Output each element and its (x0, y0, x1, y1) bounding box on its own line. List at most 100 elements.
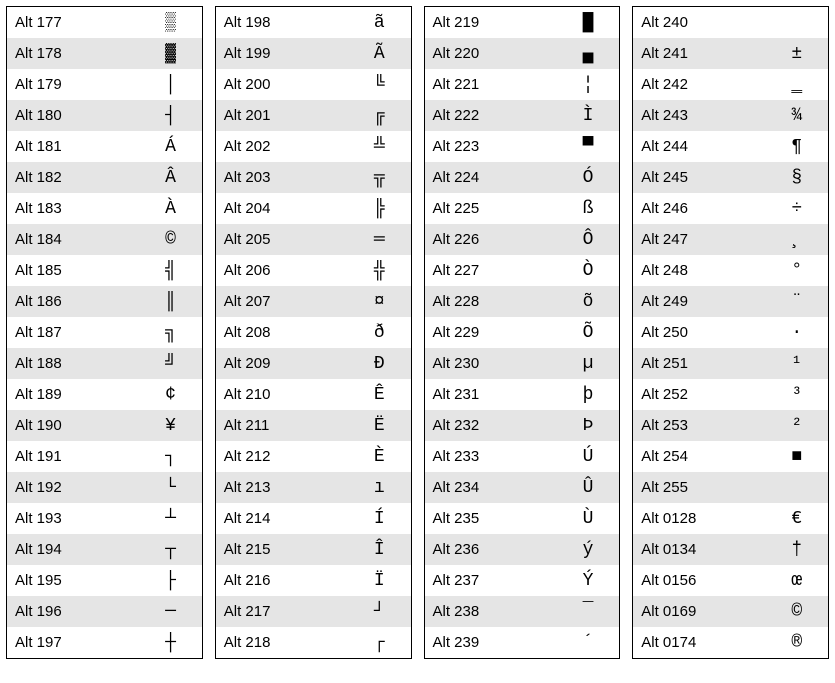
table-row: Alt 212È (216, 441, 411, 472)
table-row: Alt 202╩ (216, 131, 411, 162)
alt-code: Alt 210 (216, 386, 348, 403)
table-row: Alt 210Ê (216, 379, 411, 410)
table-row: Alt 232Þ (425, 410, 620, 441)
table-row: Alt 199Ã (216, 38, 411, 69)
alt-code: Alt 250 (633, 324, 765, 341)
table-row: Alt 228õ (425, 286, 620, 317)
alt-code: Alt 199 (216, 45, 348, 62)
alt-code: Alt 184 (7, 231, 139, 248)
alt-char: § (766, 168, 828, 188)
table-row: Alt 222Ì (425, 100, 620, 131)
table-row: Alt 236ý (425, 534, 620, 565)
table-row: Alt 184© (7, 224, 202, 255)
alt-code: Alt 231 (425, 386, 557, 403)
alt-code: Alt 185 (7, 262, 139, 279)
alt-code: Alt 232 (425, 417, 557, 434)
table-row: Alt 255 (633, 472, 828, 503)
alt-code: Alt 190 (7, 417, 139, 434)
table-row: Alt 187╗ (7, 317, 202, 348)
alt-code: Alt 215 (216, 541, 348, 558)
alt-char: ¦ (557, 75, 619, 95)
alt-code: Alt 234 (425, 479, 557, 496)
alt-code: Alt 194 (7, 541, 139, 558)
alt-code: Alt 207 (216, 293, 348, 310)
alt-code: Alt 180 (7, 107, 139, 124)
table-row: Alt 243¾ (633, 100, 828, 131)
alt-code: Alt 240 (633, 14, 765, 31)
column-1: Alt 177▒Alt 178▓Alt 179│Alt 180┤Alt 181Á… (6, 6, 203, 659)
alt-code: Alt 255 (633, 479, 765, 496)
table-row: Alt 0128€ (633, 503, 828, 534)
table-row: Alt 207¤ (216, 286, 411, 317)
table-row: Alt 179│ (7, 69, 202, 100)
table-row: Alt 235Ù (425, 503, 620, 534)
alt-char: ÷ (766, 199, 828, 219)
table-row: Alt 237Ý (425, 565, 620, 596)
alt-char: Í (348, 509, 410, 529)
alt-char: ├ (139, 571, 201, 591)
alt-char: Ð (348, 354, 410, 374)
alt-char: © (766, 602, 828, 622)
alt-code: Alt 241 (633, 45, 765, 62)
table-row: Alt 178▓ (7, 38, 202, 69)
alt-char: ã (348, 13, 410, 33)
alt-char: ¾ (766, 106, 828, 126)
alt-char: ‗ (766, 75, 828, 95)
alt-char: þ (557, 385, 619, 405)
alt-code: Alt 197 (7, 634, 139, 651)
alt-char: € (766, 509, 828, 529)
table-row: Alt 183À (7, 193, 202, 224)
table-row: Alt 203╦ (216, 162, 411, 193)
alt-code: Alt 238 (425, 603, 557, 620)
table-row: Alt 242‗ (633, 69, 828, 100)
alt-code: Alt 0174 (633, 634, 765, 651)
table-row: Alt 251¹ (633, 348, 828, 379)
alt-char: © (139, 230, 201, 250)
alt-char: ■ (766, 447, 828, 467)
table-row: Alt 234Û (425, 472, 620, 503)
table-row: Alt 193┴ (7, 503, 202, 534)
table-row: Alt 247¸ (633, 224, 828, 255)
alt-char: ╝ (139, 354, 201, 374)
alt-code: Alt 0169 (633, 603, 765, 620)
table-row: Alt 216Ï (216, 565, 411, 596)
alt-code: Alt 252 (633, 386, 765, 403)
table-row: Alt 230µ (425, 348, 620, 379)
table-row: Alt 244¶ (633, 131, 828, 162)
alt-char: Õ (557, 323, 619, 343)
table-row: Alt 248° (633, 255, 828, 286)
alt-char: │ (139, 75, 201, 95)
table-row: Alt 204╠ (216, 193, 411, 224)
table-row: Alt 239´ (425, 627, 620, 658)
table-row: Alt 180┤ (7, 100, 202, 131)
alt-char: ı (348, 478, 410, 498)
table-row: Alt 195├ (7, 565, 202, 596)
alt-code: Alt 217 (216, 603, 348, 620)
table-row: Alt 209Ð (216, 348, 411, 379)
alt-char: ╠ (348, 199, 410, 219)
alt-char: └ (139, 478, 201, 498)
alt-char: · (766, 323, 828, 343)
alt-char: ± (766, 44, 828, 64)
alt-code: Alt 187 (7, 324, 139, 341)
column-2: Alt 198ãAlt 199ÃAlt 200╚Alt 201╔Alt 202╩… (215, 6, 412, 659)
alt-code: Alt 200 (216, 76, 348, 93)
alt-code: Alt 230 (425, 355, 557, 372)
alt-code: Alt 183 (7, 200, 139, 217)
table-row: Alt 0134† (633, 534, 828, 565)
alt-char: ┤ (139, 106, 201, 126)
table-row: Alt 182Â (7, 162, 202, 193)
table-row: Alt 197┼ (7, 627, 202, 658)
alt-char: ╗ (139, 323, 201, 343)
alt-code: Alt 188 (7, 355, 139, 372)
table-row: Alt 221¦ (425, 69, 620, 100)
alt-char: µ (557, 354, 619, 374)
alt-char: ▓ (139, 44, 201, 64)
table-row: Alt 217┘ (216, 596, 411, 627)
table-row: Alt 253² (633, 410, 828, 441)
alt-code: Alt 196 (7, 603, 139, 620)
alt-code: Alt 243 (633, 107, 765, 124)
alt-code: Alt 203 (216, 169, 348, 186)
table-row: Alt 211Ë (216, 410, 411, 441)
alt-code: Alt 205 (216, 231, 348, 248)
